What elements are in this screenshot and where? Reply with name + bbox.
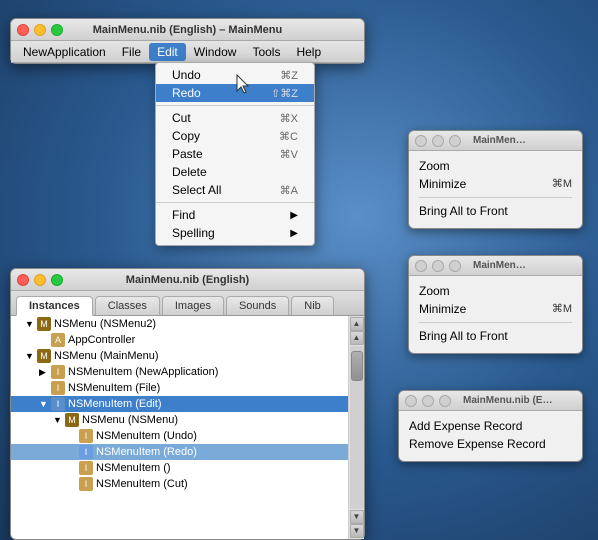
float-window-menu-2: MainMen… Zoom Minimize ⌘M Bring All to F… <box>408 255 583 354</box>
tab-nib[interactable]: Nib <box>291 296 334 315</box>
float-traffic-1 <box>415 135 461 147</box>
float-min-1[interactable] <box>432 135 444 147</box>
float-title-expense: MainMenu.nib (E… <box>463 395 552 406</box>
float-traffic-expense <box>405 395 451 407</box>
menu-cut[interactable]: Cut ⌘X <box>156 109 314 127</box>
side-scrollbar[interactable]: ▲ ▲ ▼ ▼ <box>348 316 364 539</box>
float-close-1[interactable] <box>415 135 427 147</box>
menu-tools[interactable]: Tools <box>244 43 288 61</box>
tree-view: ▼ M NSMenu (NSMenu2) A AppController ▼ M… <box>11 316 348 539</box>
tree-item-file[interactable]: I NSMenuItem (File) <box>11 380 348 396</box>
tree-item-cut[interactable]: I NSMenuItem (Cut) <box>11 476 348 492</box>
tree-item-redo[interactable]: I NSMenuItem (Redo) <box>11 444 348 460</box>
float-max-2[interactable] <box>449 260 461 272</box>
float-content-expense: Add Expense Record Remove Expense Record <box>399 411 582 461</box>
instances-panel: MainMenu.nib (English) Instances Classes… <box>10 268 365 540</box>
float-title-1: MainMen… <box>473 135 526 146</box>
float-menu-zoom-1[interactable]: Zoom <box>419 157 572 175</box>
menu-window[interactable]: Window <box>186 43 245 61</box>
menu-edit[interactable]: Edit <box>149 43 186 61</box>
instances-min-btn[interactable] <box>34 274 46 286</box>
scroll-up-btn-2[interactable]: ▲ <box>350 331 364 345</box>
tree-item-nsmenu2[interactable]: ▼ M NSMenu (NSMenu2) <box>11 316 348 332</box>
menu-help[interactable]: Help <box>288 43 329 61</box>
float-menu-zoom-2[interactable]: Zoom <box>419 282 572 300</box>
float-traffic-2 <box>415 260 461 272</box>
instances-max-btn[interactable] <box>51 274 63 286</box>
tab-sounds[interactable]: Sounds <box>226 296 289 315</box>
float-min-2[interactable] <box>432 260 444 272</box>
tab-classes[interactable]: Classes <box>95 296 160 315</box>
tree-item-newapplication[interactable]: ▶ I NSMenuItem (NewApplication) <box>11 364 348 380</box>
instances-window-title: MainMenu.nib (English) <box>126 274 249 286</box>
menu-copy[interactable]: Copy ⌘C <box>156 127 314 145</box>
float-close-2[interactable] <box>415 260 427 272</box>
tree-item-nsmenu-sub[interactable]: ▼ M NSMenu (NSMenu) <box>11 412 348 428</box>
instances-title-bar: MainMenu.nib (English) <box>11 269 364 291</box>
float-sep-1 <box>419 197 572 198</box>
float-sep-2 <box>419 322 572 323</box>
tree-item-edit[interactable]: ▼ I NSMenuItem (Edit) <box>11 396 348 412</box>
scroll-down-btn-2[interactable]: ▼ <box>350 524 364 538</box>
menu-file[interactable]: File <box>114 43 149 61</box>
scroll-down-buttons[interactable]: ▼ ▼ <box>350 510 364 538</box>
tree-item-undo[interactable]: I NSMenuItem (Undo) <box>11 428 348 444</box>
menu-spelling[interactable]: Spelling ▶ <box>156 224 314 242</box>
float-min-expense[interactable] <box>422 395 434 407</box>
tree-item-appcontroller[interactable]: A AppController <box>11 332 348 348</box>
scroll-up-buttons[interactable]: ▲ ▲ <box>350 317 364 345</box>
menu-find[interactable]: Find ▶ <box>156 206 314 224</box>
float-title-bar-1: MainMen… <box>409 131 582 151</box>
float-menu-minimize-2[interactable]: Minimize ⌘M <box>419 300 572 318</box>
float-window-expense: MainMenu.nib (E… Add Expense Record Remo… <box>398 390 583 462</box>
float-max-1[interactable] <box>449 135 461 147</box>
instances-traffic-lights <box>17 274 63 286</box>
instances-close-btn[interactable] <box>17 274 29 286</box>
float-window-menu-1: MainMen… Zoom Minimize ⌘M Bring All to F… <box>408 130 583 229</box>
float-max-expense[interactable] <box>439 395 451 407</box>
menu-bar: NewApplication File Edit Window Tools He… <box>11 41 364 63</box>
float-title-bar-2: MainMen… <box>409 256 582 276</box>
scroll-thumb[interactable] <box>351 351 363 381</box>
float-close-expense[interactable] <box>405 395 417 407</box>
menu-delete[interactable]: Delete <box>156 163 314 181</box>
float-content-2: Zoom Minimize ⌘M Bring All to Front <box>409 276 582 353</box>
main-title-bar: MainMenu.nib (English) – MainMenu <box>11 19 364 41</box>
maximize-button[interactable] <box>51 24 63 36</box>
float-content-1: Zoom Minimize ⌘M Bring All to Front <box>409 151 582 228</box>
menu-select-all[interactable]: Select All ⌘A <box>156 181 314 199</box>
menu-paste[interactable]: Paste ⌘V <box>156 145 314 163</box>
scroll-track[interactable] <box>350 346 364 509</box>
tree-item-empty[interactable]: I NSMenuItem () <box>11 460 348 476</box>
panel-content: ▼ M NSMenu (NSMenu2) A AppController ▼ M… <box>11 316 364 539</box>
main-window-title: MainMenu.nib (English) – MainMenu <box>93 24 282 36</box>
scroll-up-btn-1[interactable]: ▲ <box>350 317 364 331</box>
tab-bar: Instances Classes Images Sounds Nib <box>11 291 364 316</box>
float-menu-add-expense[interactable]: Add Expense Record <box>409 417 572 435</box>
float-menu-bring-front-1[interactable]: Bring All to Front <box>419 202 572 220</box>
float-title-bar-expense: MainMenu.nib (E… <box>399 391 582 411</box>
separator-2 <box>156 202 314 203</box>
main-window: MainMenu.nib (English) – MainMenu NewApp… <box>10 18 365 64</box>
traffic-lights <box>17 24 63 36</box>
float-menu-minimize-1[interactable]: Minimize ⌘M <box>419 175 572 193</box>
float-title-2: MainMen… <box>473 260 526 271</box>
separator-1 <box>156 105 314 106</box>
float-menu-bring-front-2[interactable]: Bring All to Front <box>419 327 572 345</box>
tab-images[interactable]: Images <box>162 296 224 315</box>
close-button[interactable] <box>17 24 29 36</box>
menu-new-application[interactable]: NewApplication <box>15 43 114 61</box>
tree-item-mainmenu[interactable]: ▼ M NSMenu (MainMenu) <box>11 348 348 364</box>
tab-instances[interactable]: Instances <box>16 296 93 316</box>
float-menu-remove-expense[interactable]: Remove Expense Record <box>409 435 572 453</box>
scroll-down-btn-1[interactable]: ▼ <box>350 510 364 524</box>
minimize-button[interactable] <box>34 24 46 36</box>
